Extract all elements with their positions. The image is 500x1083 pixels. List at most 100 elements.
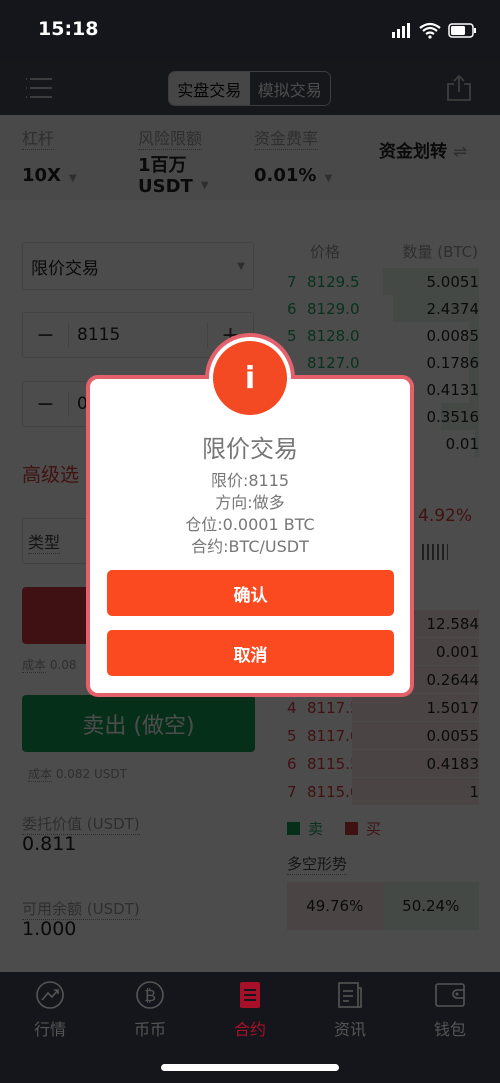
level-qty: 1 xyxy=(469,782,479,801)
decrement-button[interactable]: − xyxy=(23,391,69,417)
ask-row[interactable]: 7 8129.5 5.0051 xyxy=(287,268,479,295)
news-icon xyxy=(338,982,362,1008)
risk-limit-value: 1百万 xyxy=(138,155,187,176)
tab-news[interactable]: 资讯 xyxy=(310,980,390,1040)
status-time: 15:18 xyxy=(38,18,99,40)
risk-limit-unit: USDT xyxy=(138,176,193,197)
ask-row[interactable]: 6 8129.0 2.4374 xyxy=(287,295,479,322)
risk-limit-label: 风险限额 xyxy=(138,125,203,150)
risk-limit-select[interactable]: 1百万 USDT ▼ xyxy=(138,155,209,197)
level-number: 5 xyxy=(287,726,297,745)
sentiment-label: 多空形势 xyxy=(287,855,348,875)
caret-down-icon: ▼ xyxy=(200,179,209,191)
confirm-dialog: 限价交易 限价:8115 方向:做多 仓位:0.0001 BTC 合约:BTC/… xyxy=(86,375,414,697)
level-qty: 0.1786 xyxy=(426,353,480,372)
level-qty: 1.5017 xyxy=(426,698,480,717)
level-qty: 2.4374 xyxy=(426,299,480,318)
transfer-icon: ⇌ xyxy=(452,142,468,162)
order-type-value: 限价交易 xyxy=(31,258,99,279)
tab-label: 行情 xyxy=(33,1020,66,1039)
dialog-title: 限价交易 xyxy=(202,435,298,463)
menu-icon[interactable] xyxy=(26,77,54,99)
depth-legend: 卖 买 xyxy=(287,818,381,839)
contract-info-bar: 杠杆 10X ▼ 风险限额 1百万 USDT ▼ 资金费率 0.01% ▼ 资金划转 ⇌ xyxy=(0,115,500,200)
sentiment-bar: 49.76% 50.24% xyxy=(287,882,479,930)
svg-text:₿: ₿ xyxy=(144,986,156,1005)
level-qty: 0.0085 xyxy=(426,326,480,345)
cost-value: 0.08 xyxy=(49,658,77,672)
home-indicator xyxy=(161,1064,339,1071)
level-price: 8129.0 xyxy=(307,299,360,318)
last-change: 4.92% xyxy=(418,506,473,526)
leverage-select[interactable]: 10X ▼ xyxy=(22,165,77,186)
sell-short-button[interactable]: 卖出 (做空) xyxy=(22,695,255,752)
bid-row[interactable]: 7 8115.0 1 xyxy=(287,778,479,805)
level-number: 6 xyxy=(287,299,297,318)
depth-toggle-icon[interactable] xyxy=(422,544,448,560)
cancel-button[interactable]: 取消 xyxy=(107,630,394,676)
contract-icon xyxy=(240,982,260,1008)
type-label: 类型 xyxy=(28,529,61,554)
caret-down-icon: ▼ xyxy=(237,260,245,272)
price-input[interactable]: 8115 xyxy=(69,325,207,345)
cost-label: 成本 xyxy=(28,767,53,782)
order-type-select[interactable]: 限价交易 ▼ xyxy=(22,242,254,290)
long-share: 49.76% xyxy=(287,882,383,930)
level-number: 4 xyxy=(287,698,297,717)
bitcoin-icon: ₿ xyxy=(136,981,164,1009)
bid-row[interactable]: 5 8117.0 0.0055 xyxy=(287,722,479,749)
tab-bitcoin[interactable]: ₿ 币币 xyxy=(110,980,190,1040)
dialog-line-price: 限价:8115 xyxy=(210,471,290,490)
tab-label: 资讯 xyxy=(333,1020,366,1039)
buy-cost: 成本 0.08 xyxy=(22,656,77,673)
order-value: 0.811 xyxy=(22,833,77,855)
level-price: 8127.0 xyxy=(307,353,360,372)
level-qty: 5.0051 xyxy=(426,272,480,291)
dialog-line-position: 仓位:0.0001 BTC xyxy=(185,515,315,534)
cost-label: 成本 xyxy=(22,658,47,673)
confirm-button[interactable]: 确认 xyxy=(107,570,394,616)
advanced-options[interactable]: 高级选 xyxy=(22,460,79,487)
price-header: 价格 xyxy=(310,243,341,261)
tab-wallet[interactable]: 钱包 xyxy=(410,980,490,1040)
funding-rate-select[interactable]: 0.01% ▼ xyxy=(254,165,332,186)
status-icons xyxy=(392,22,476,39)
ask-row[interactable]: 5 8128.0 0.0085 xyxy=(287,322,479,349)
ask-row[interactable]: 8127.0 0.1786 xyxy=(287,349,479,376)
balance-value: 1.000 xyxy=(22,918,77,940)
buy-legend-label: 买 xyxy=(366,820,382,838)
sell-legend-label: 卖 xyxy=(308,820,324,838)
wallet-icon xyxy=(435,983,465,1007)
funding-rate-label: 资金费率 xyxy=(254,125,319,150)
bid-row[interactable]: 6 8115.5 0.4183 xyxy=(287,750,479,777)
decrement-button[interactable]: − xyxy=(23,322,69,348)
tab-real-trading[interactable]: 实盘交易 xyxy=(169,72,250,105)
tab-label: 钱包 xyxy=(433,1020,466,1039)
level-qty: 0.4183 xyxy=(426,754,480,773)
level-price: 8128.0 xyxy=(307,326,360,345)
mode-toggle: 实盘交易 模拟交易 xyxy=(168,71,331,106)
qty-header: 数量 (BTC) xyxy=(402,243,478,261)
level-number: 5 xyxy=(287,326,297,345)
level-number: 6 xyxy=(287,754,297,773)
tab-label: 币币 xyxy=(133,1020,166,1039)
buy-legend-swatch xyxy=(345,822,359,835)
short-share: 50.24% xyxy=(382,882,479,930)
tab-demo-trading[interactable]: 模拟交易 xyxy=(249,72,330,105)
caret-down-icon: ▼ xyxy=(68,173,77,184)
bid-row[interactable]: 4 8117.5 1.5017 xyxy=(287,694,479,721)
balance-label: 可用余额 (USDT) xyxy=(22,900,140,920)
sell-cost: 成本 0.082 USDT xyxy=(28,765,127,782)
chart-icon xyxy=(36,981,64,1009)
tab-chart[interactable]: 行情 xyxy=(10,980,90,1040)
transfer-button[interactable]: 资金划转 ⇌ xyxy=(379,137,467,162)
share-icon[interactable] xyxy=(446,74,472,102)
dialog-line-direction: 方向:做多 xyxy=(215,493,285,512)
level-number: 7 xyxy=(287,272,297,291)
level-number: 7 xyxy=(287,782,297,801)
caret-down-icon: ▼ xyxy=(324,173,333,184)
funding-rate-value: 0.01% xyxy=(254,165,317,186)
info-icon: i xyxy=(213,341,287,415)
status-bar: 15:18 xyxy=(0,0,500,60)
tab-contract[interactable]: 合约 xyxy=(210,980,290,1040)
